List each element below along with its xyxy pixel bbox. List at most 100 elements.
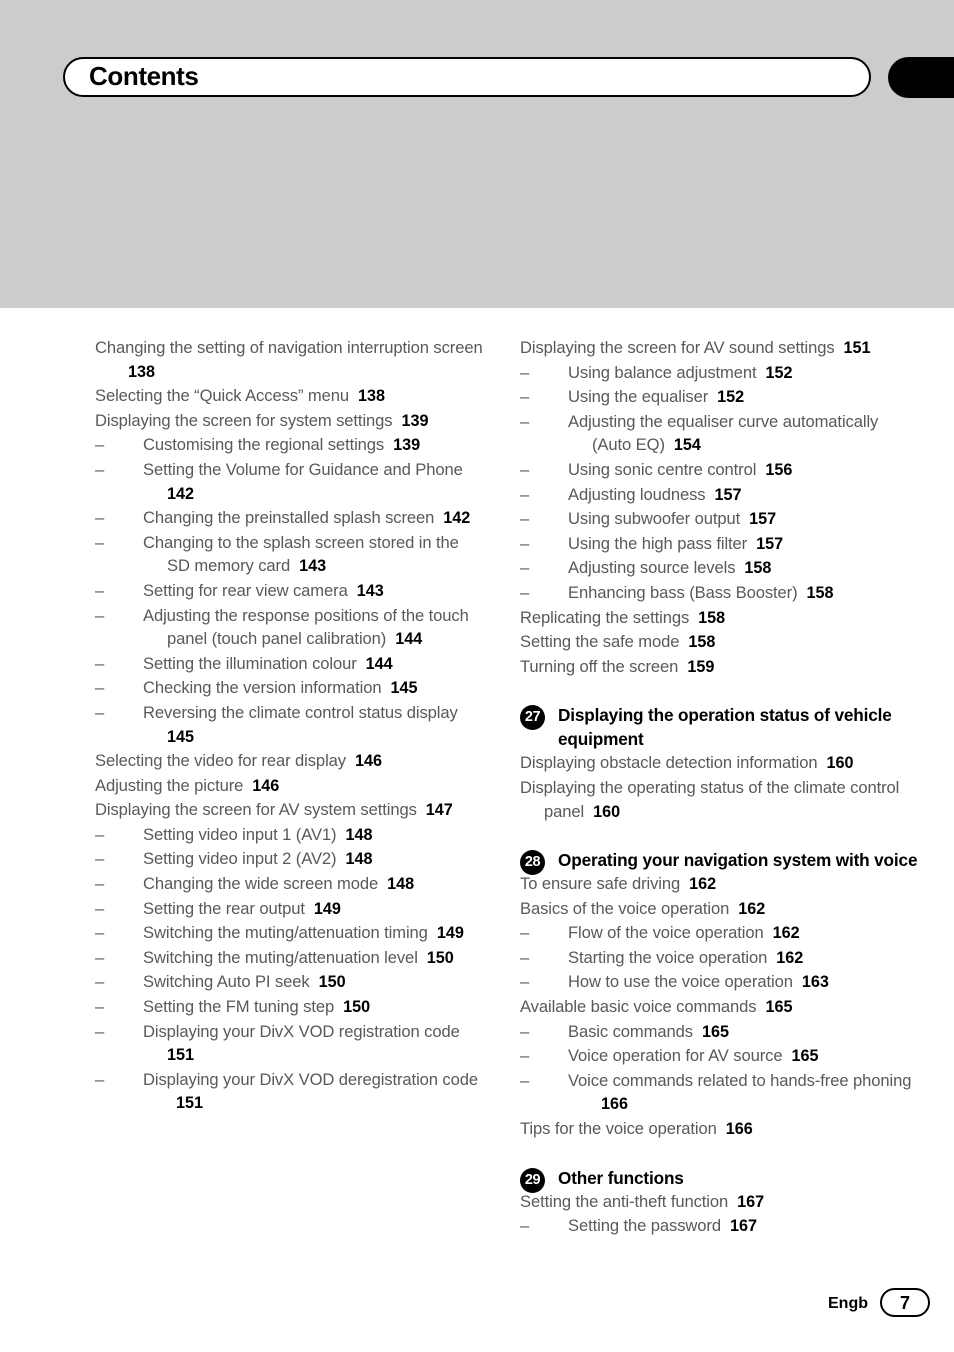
toc-entry[interactable]: – Voice operation for AV source 165 <box>520 1044 920 1069</box>
toc-entry-label: Using the high pass filter <box>568 533 748 553</box>
toc-entry-page: 146 <box>252 776 280 795</box>
toc-entry-page: 138 <box>128 362 156 381</box>
toc-entry-label: Basics of the voice operation <box>520 898 730 918</box>
bullet-dash-icon: – <box>520 972 530 992</box>
toc-entry-page: 150 <box>343 998 371 1017</box>
toc-entry[interactable]: Selecting the video for rear display 146 <box>95 749 485 774</box>
toc-entry-page: 158 <box>698 608 726 627</box>
toc-entry[interactable]: – Using the equaliser 152 <box>520 385 920 410</box>
bullet-dash-icon: – <box>520 533 530 553</box>
toc-entry[interactable]: – Switching the muting/attenuation timing… <box>95 921 485 946</box>
toc-entry-page: 157 <box>714 485 742 504</box>
chapter-heading[interactable]: 28 Operating your navigation system with … <box>520 848 920 876</box>
bullet-dash-icon: – <box>95 678 105 698</box>
toc-entry-page: 149 <box>436 924 464 943</box>
toc-entry-label: Setting the Volume for Guidance and Phon… <box>143 459 463 479</box>
toc-entry-page: 148 <box>387 875 415 894</box>
toc-entry[interactable]: Displaying the screen for AV sound setti… <box>520 336 920 361</box>
toc-entry[interactable]: – Setting the illumination colour 144 <box>95 652 485 677</box>
toc-entry[interactable]: – Flow of the voice operation 162 <box>520 921 920 946</box>
toc-entry[interactable]: Displaying the operating status of the c… <box>520 776 920 824</box>
toc-entry-page: 156 <box>765 460 793 479</box>
toc-entry[interactable]: – Setting the rear output 149 <box>95 897 485 922</box>
toc-entry-page: 159 <box>687 657 715 676</box>
toc-entry[interactable]: – How to use the voice operation 163 <box>520 970 920 995</box>
toc-entry-label: Tips for the voice operation <box>520 1119 717 1139</box>
toc-entry[interactable]: – Starting the voice operation 162 <box>520 946 920 971</box>
bullet-dash-icon: – <box>520 509 530 529</box>
toc-entry-label: Changing the preinstalled splash screen <box>143 508 435 528</box>
toc-entry[interactable]: – Adjusting loudness 157 <box>520 483 920 508</box>
chapter-heading[interactable]: 27 Displaying the operation status of veh… <box>520 703 920 751</box>
toc-entry[interactable]: Available basic voice commands 165 <box>520 995 920 1020</box>
toc-entry[interactable]: – Changing the wide screen mode 148 <box>95 872 485 897</box>
toc-entry[interactable]: To ensure safe driving 162 <box>520 872 920 897</box>
toc-entry[interactable]: – Reversing the climate control status di… <box>95 701 485 749</box>
toc-entry[interactable]: – Adjusting source levels 158 <box>520 556 920 581</box>
toc-entry-label: Turning off the screen <box>520 656 679 676</box>
toc-entry[interactable]: – Displaying your DivX VOD registration c… <box>95 1020 485 1068</box>
toc-entry[interactable]: – Switching Auto PI seek 150 <box>95 970 485 995</box>
chapter-title: Displaying the operation status of vehic… <box>558 705 892 750</box>
toc-entry[interactable]: – Using sonic centre control 156 <box>520 458 920 483</box>
bullet-dash-icon: – <box>95 874 105 894</box>
toc-entry-label: Switching the muting/attenuation level <box>143 947 418 967</box>
toc-entry-label: Displaying obstacle detection informatio… <box>520 753 818 773</box>
toc-entry[interactable]: – Switching the muting/attenuation level 1… <box>95 946 485 971</box>
toc-entry-page: 148 <box>345 850 373 869</box>
toc-entry-label: Flow of the voice operation <box>568 923 764 943</box>
toc-entry[interactable]: – Setting for rear view camera 143 <box>95 579 485 604</box>
toc-entry[interactable]: Setting the safe mode 158 <box>520 630 920 655</box>
toc-entry[interactable]: Basics of the voice operation 162 <box>520 897 920 922</box>
toc-entry[interactable]: – Adjusting the response positions of the… <box>95 604 485 652</box>
toc-entry-page: 142 <box>167 484 195 503</box>
toc-entry-page: 160 <box>826 754 854 773</box>
toc-entry[interactable]: Displaying the screen for system setting… <box>95 409 485 434</box>
toc-entry[interactable]: Replicating the settings 158 <box>520 606 920 631</box>
toc-entry-label: Displaying your DivX VOD registration co… <box>143 1021 460 1041</box>
toc-entry[interactable]: – Basic commands 165 <box>520 1020 920 1045</box>
toc-entry[interactable]: – Setting the Volume for Guidance and Pho… <box>95 458 485 506</box>
toc-entry[interactable]: – Changing the preinstalled splash screen… <box>95 506 485 531</box>
chapter-heading[interactable]: 29 Other functions <box>520 1166 920 1193</box>
toc-entry[interactable]: – Enhancing bass (Bass Booster) 158 <box>520 581 920 606</box>
toc-entry[interactable]: – Setting video input 1 (AV1) 148 <box>95 823 485 848</box>
toc-entry[interactable]: – Displaying your DivX VOD deregistration… <box>95 1068 485 1116</box>
toc-entry[interactable]: – Using subwoofer output 157 <box>520 507 920 532</box>
toc-entry-label: Displaying the screen for AV sound setti… <box>520 338 835 357</box>
toc-entry-page: 166 <box>725 1120 753 1139</box>
toc-entry[interactable]: – Voice commands related to hands-free ph… <box>520 1069 920 1117</box>
toc-entry[interactable]: Displaying obstacle detection informatio… <box>520 751 920 776</box>
toc-entry[interactable]: Setting the anti-theft function 167 <box>520 1190 920 1215</box>
toc-entry-page: 144 <box>365 654 393 673</box>
toc-entry-label: Setting the FM tuning step <box>143 997 335 1017</box>
toc-entry[interactable]: – Setting the password 167 <box>520 1214 920 1239</box>
bullet-dash-icon: – <box>520 582 530 602</box>
toc-entry[interactable]: – Using the high pass filter 157 <box>520 532 920 557</box>
toc-entry[interactable]: – Changing to the splash screen stored in… <box>95 531 485 579</box>
chapter-number-badge: 29 <box>520 1167 545 1193</box>
toc-entry[interactable]: Adjusting the picture 146 <box>95 774 485 799</box>
toc-entry-page: 166 <box>601 1095 629 1114</box>
bullet-dash-icon: – <box>95 605 105 625</box>
toc-entry[interactable]: Turning off the screen 159 <box>520 655 920 680</box>
toc-entry-label: Setting the safe mode <box>520 632 680 652</box>
toc-entry[interactable]: Changing the setting of navigation inter… <box>95 336 485 384</box>
toc-entry[interactable]: – Checking the version information 145 <box>95 676 485 701</box>
toc-entry-label: Available basic voice commands <box>520 997 757 1017</box>
toc-column-right: Displaying the screen for AV sound setti… <box>520 336 920 1239</box>
toc-entry[interactable]: Tips for the voice operation 166 <box>520 1117 920 1142</box>
toc-entry-page: 167 <box>729 1217 757 1236</box>
toc-entry-label: Selecting the “Quick Access” menu <box>95 386 350 406</box>
toc-entry-page: 145 <box>167 727 195 746</box>
toc-entry[interactable]: – Customising the regional settings 139 <box>95 433 485 458</box>
toc-entry[interactable]: – Setting video input 2 (AV2) 148 <box>95 847 485 872</box>
toc-entry[interactable]: – Setting the FM tuning step 150 <box>95 995 485 1020</box>
page-number-badge: 7 <box>880 1288 930 1317</box>
toc-entry[interactable]: Displaying the screen for AV system sett… <box>95 798 485 823</box>
toc-entry-label: Selecting the video for rear display <box>95 751 346 771</box>
toc-entry-label: Replicating the settings <box>520 607 690 627</box>
toc-entry[interactable]: Selecting the “Quick Access” menu 138 <box>95 384 485 409</box>
toc-entry[interactable]: – Using balance adjustment 152 <box>520 361 920 386</box>
toc-entry[interactable]: – Adjusting the equaliser curve automatic… <box>520 410 920 458</box>
